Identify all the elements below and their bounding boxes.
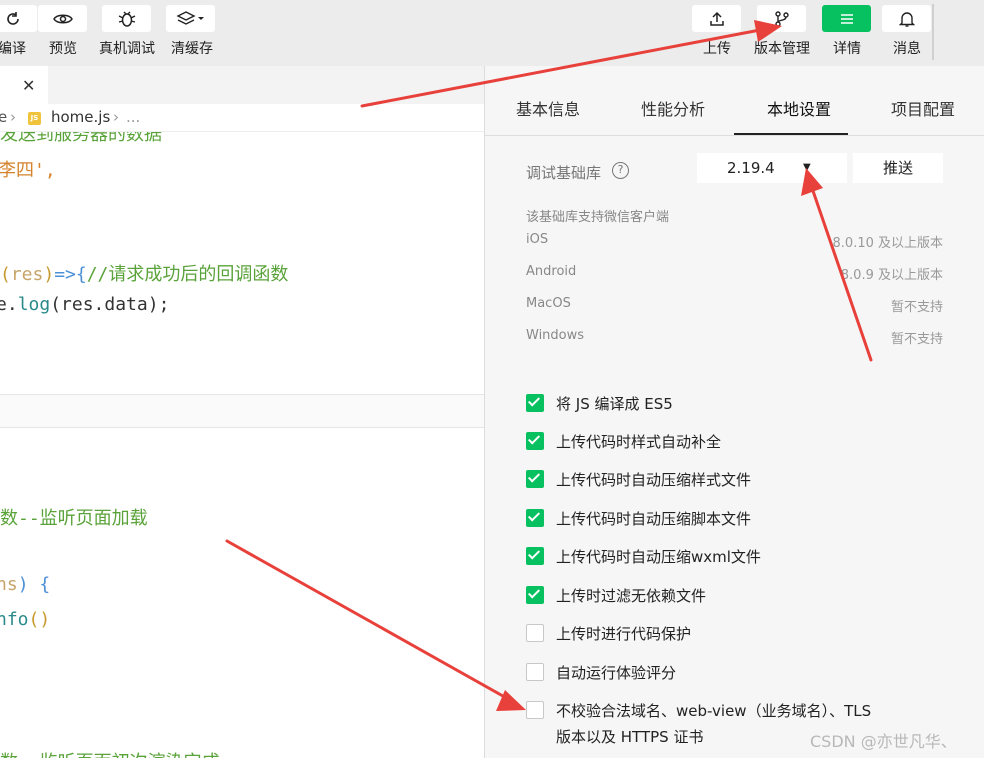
breadcrumb-part[interactable]: e	[0, 108, 7, 126]
system-support-row: MacOS 暂不支持	[526, 296, 943, 315]
option-code-protect[interactable]: 上传时进行代码保护	[526, 623, 946, 647]
upload-icon	[709, 11, 724, 26]
eye-icon	[52, 14, 73, 23]
option-auto-audit[interactable]: 自动运行体验评分	[526, 662, 946, 686]
code-line-5: 数--监听页面加载	[0, 508, 148, 529]
code-line-6: ns) {	[0, 574, 51, 595]
checkbox-unchecked[interactable]	[526, 701, 544, 719]
code-divider	[0, 427, 484, 428]
active-tab-indicator	[734, 133, 848, 135]
bug-icon	[118, 11, 135, 27]
code-editor[interactable]: 发送到服务器的数据 李四', (res)=>{//请求成功后的回调函数 e.lo…	[0, 132, 484, 758]
option-minify-style[interactable]: 上传代码时自动压缩样式文件	[526, 469, 946, 493]
checkbox-checked[interactable]	[526, 470, 544, 488]
toolbar-divider	[932, 4, 934, 60]
watermark: CSDN @亦世凡华、	[810, 732, 957, 751]
code-fold-region	[0, 395, 484, 427]
remote-debug-label: 真机调试	[99, 41, 155, 57]
bell-icon	[898, 11, 915, 27]
tab-local-settings[interactable]: 本地设置	[767, 96, 831, 120]
code-line-4: e.log(res.data);	[0, 294, 170, 315]
checkbox-checked[interactable]	[526, 394, 544, 412]
option-minify-wxml[interactable]: 上传代码时自动压缩wxml文件	[526, 546, 946, 570]
base-lib-select[interactable]: 2.19.4 ▼	[697, 153, 847, 183]
code-line-1: 发送到服务器的数据	[0, 132, 162, 145]
editor-tab-bar: ✕	[0, 66, 484, 104]
chevron-right-icon: ›	[113, 108, 119, 126]
compile-label: 编译	[0, 41, 26, 57]
checkbox-checked[interactable]	[526, 432, 544, 450]
branch-icon	[774, 10, 789, 27]
refresh-icon	[6, 11, 19, 25]
option-compile-es5[interactable]: 将 JS 编译成 ES5	[526, 393, 946, 417]
push-button[interactable]: 推送	[853, 153, 943, 183]
close-icon[interactable]: ✕	[22, 76, 35, 95]
menu-icon	[840, 13, 853, 24]
code-line-3: (res)=>{//请求成功后的回调函数	[0, 264, 289, 285]
code-line-7: nfo()	[0, 609, 51, 630]
toolbar: 编译 预览 真机调试 清缓存 上传 版本管理 详情 消息	[0, 0, 984, 66]
system-support-row: Android 8.0.9 及以上版本	[526, 264, 943, 283]
panel-tabs: 基本信息 性能分析 本地设置 项目配置	[485, 66, 984, 136]
tab-performance[interactable]: 性能分析	[641, 96, 705, 120]
editor-tab[interactable]: ✕	[0, 66, 48, 104]
tab-project-config[interactable]: 项目配置	[891, 96, 955, 120]
details-button[interactable]	[822, 5, 871, 32]
option-style-autocomplete[interactable]: 上传代码时样式自动补全	[526, 431, 946, 455]
check-icon	[527, 394, 541, 407]
layers-icon	[175, 10, 204, 25]
compile-button[interactable]	[0, 5, 37, 32]
system-support-row: iOS 8.0.10 及以上版本	[526, 232, 943, 251]
option-minify-script[interactable]: 上传代码时自动压缩脚本文件	[526, 508, 946, 532]
checkbox-unchecked[interactable]	[526, 624, 544, 642]
option-filter-unused[interactable]: 上传时过滤无依赖文件	[526, 585, 946, 609]
messages-label: 消息	[893, 41, 921, 57]
upload-label: 上传	[703, 41, 731, 57]
check-icon	[527, 432, 541, 445]
code-line-2: 李四',	[0, 160, 56, 181]
preview-label: 预览	[49, 41, 77, 57]
base-lib-label: 调试基础库	[526, 164, 602, 182]
js-file-icon: JS	[28, 112, 41, 125]
check-icon	[527, 586, 541, 599]
upload-button[interactable]	[692, 5, 741, 32]
checkbox-checked[interactable]	[526, 547, 544, 565]
clear-cache-button[interactable]	[166, 5, 215, 32]
code-line-8: 数--监听页面初次渲染完成	[0, 748, 220, 758]
messages-button[interactable]	[882, 5, 931, 32]
checkbox-checked[interactable]	[526, 586, 544, 604]
clear-cache-label: 清缓存	[171, 41, 213, 57]
chevron-right-icon: ›	[10, 108, 16, 126]
remote-debug-button[interactable]	[102, 5, 151, 32]
check-icon	[527, 547, 541, 560]
checkbox-unchecked[interactable]	[526, 663, 544, 681]
check-icon	[527, 509, 541, 522]
base-lib-note: 该基础库支持微信客户端	[526, 210, 670, 225]
help-icon[interactable]: ?	[612, 162, 629, 179]
preview-button[interactable]	[38, 5, 87, 32]
base-lib-value: 2.19.4	[727, 159, 775, 177]
system-support-row: Windows 暂不支持	[526, 328, 943, 347]
details-panel: 基本信息 性能分析 本地设置 项目配置 调试基础库 ? 2.19.4 ▼ 推送 …	[484, 66, 984, 758]
version-control-label: 版本管理	[754, 41, 810, 57]
dropdown-caret-icon[interactable]: ▼	[803, 162, 811, 173]
details-label: 详情	[833, 41, 861, 57]
breadcrumb-more[interactable]: ...	[126, 108, 140, 126]
tab-basic-info[interactable]: 基本信息	[516, 96, 580, 120]
checkbox-checked[interactable]	[526, 509, 544, 527]
breadcrumb-file[interactable]: home.js	[51, 108, 110, 126]
check-icon	[527, 470, 541, 483]
version-control-button[interactable]	[757, 5, 806, 32]
breadcrumb: e › JS home.js › ...	[0, 104, 484, 132]
